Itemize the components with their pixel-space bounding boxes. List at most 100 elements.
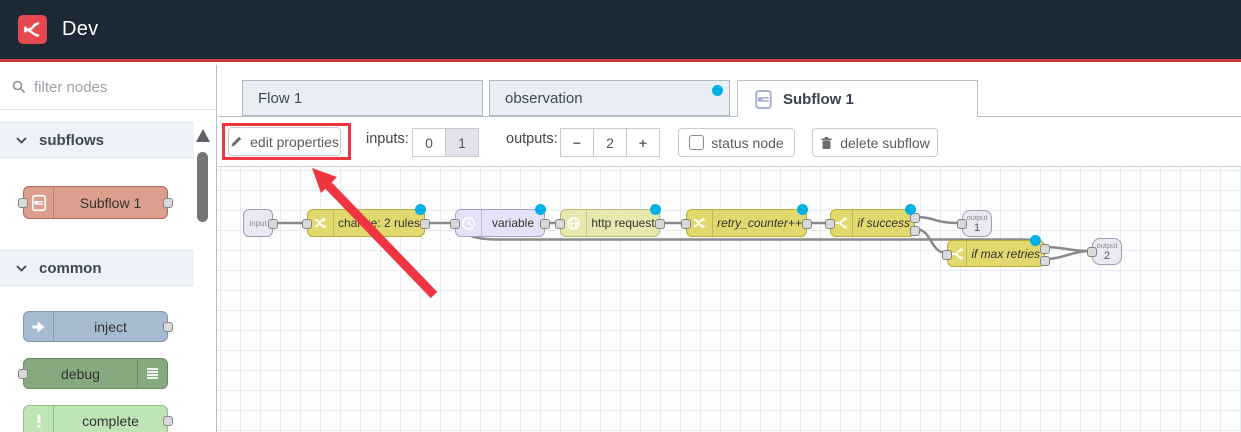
flow-node-http-request[interactable]: http request bbox=[555, 204, 665, 237]
palette-node-inject[interactable]: inject bbox=[23, 311, 173, 342]
output-node-number: 2 bbox=[1103, 249, 1111, 262]
palette-sidebar: subflows Subflow 1 common inject bbox=[0, 65, 217, 432]
node-label: variable bbox=[491, 216, 535, 230]
node-label: http request bbox=[591, 216, 655, 230]
node-changed-dot bbox=[415, 204, 426, 215]
edit-properties-label: edit properties bbox=[250, 133, 339, 150]
node-output-port[interactable] bbox=[163, 198, 173, 208]
delete-subflow-label: delete subflow bbox=[840, 134, 930, 151]
palette-node-complete[interactable]: complete bbox=[23, 405, 173, 432]
node-output-port-2[interactable] bbox=[910, 226, 920, 236]
app-header: Dev bbox=[0, 0, 1241, 62]
node-input-port[interactable] bbox=[555, 219, 565, 229]
palette-search[interactable] bbox=[0, 65, 216, 110]
search-input[interactable] bbox=[34, 78, 194, 96]
status-node-toggle[interactable]: status node bbox=[678, 128, 795, 157]
palette-node-label: Subflow 1 bbox=[79, 194, 142, 211]
inject-icon bbox=[24, 312, 54, 341]
node-label: retry_counter++ bbox=[717, 216, 802, 230]
exclamation-icon bbox=[24, 406, 54, 432]
search-icon bbox=[12, 80, 26, 94]
tab-subflow-1[interactable]: Subflow 1 bbox=[737, 80, 978, 118]
scrollbar-thumb[interactable] bbox=[197, 152, 208, 222]
flow-node-if-success[interactable]: if success bbox=[825, 204, 920, 237]
tab-label: observation bbox=[505, 89, 583, 107]
subflow-icon bbox=[753, 89, 774, 110]
palette-node-label: debug bbox=[61, 365, 100, 382]
output-node-number: 1 bbox=[973, 221, 981, 234]
node-input-port[interactable] bbox=[681, 219, 691, 229]
edit-properties-button[interactable]: edit properties bbox=[228, 127, 341, 156]
flow-canvas[interactable] bbox=[218, 167, 1241, 432]
inputs-option-1[interactable]: 1 bbox=[445, 128, 479, 157]
tab-label: Flow 1 bbox=[258, 89, 303, 107]
subflow-icon bbox=[24, 187, 54, 218]
tab-observation[interactable]: observation bbox=[489, 80, 730, 116]
node-output-port[interactable] bbox=[163, 416, 173, 426]
node-output-port[interactable] bbox=[268, 219, 278, 229]
palette-node-label: complete bbox=[82, 412, 139, 429]
inputs-label: inputs: bbox=[366, 131, 409, 147]
chevron-down-icon bbox=[16, 136, 27, 144]
node-output-port-2[interactable] bbox=[1040, 256, 1050, 266]
node-input-port[interactable] bbox=[1087, 247, 1097, 257]
node-output-port-1[interactable] bbox=[1040, 244, 1050, 254]
node-output-port[interactable] bbox=[655, 219, 665, 229]
tab-flow-1[interactable]: Flow 1 bbox=[242, 80, 483, 116]
inputs-option-0[interactable]: 0 bbox=[412, 128, 446, 157]
node-red-logo-icon bbox=[24, 22, 40, 37]
chevron-down-icon bbox=[16, 264, 27, 272]
scrollbar-up-arrow[interactable] bbox=[196, 129, 210, 142]
outputs-increment-button[interactable]: + bbox=[626, 128, 660, 157]
flow-tab-bar: Flow 1 observation Subflow 1 bbox=[218, 80, 1241, 118]
node-input-port[interactable] bbox=[825, 219, 835, 229]
flow-node-output-2[interactable]: output 2 bbox=[1087, 238, 1122, 265]
node-input-port[interactable] bbox=[450, 219, 460, 229]
node-changed-dot bbox=[797, 204, 808, 215]
tab-changed-dot bbox=[712, 85, 723, 96]
node-changed-dot bbox=[905, 204, 916, 215]
node-label: if success bbox=[857, 216, 910, 230]
node-changed-dot bbox=[535, 204, 546, 215]
category-label: subflows bbox=[39, 131, 105, 149]
flow-node-input[interactable]: input bbox=[243, 209, 278, 237]
flow-node-retry-counter[interactable]: retry_counter++ bbox=[681, 204, 812, 237]
output-node-label: output bbox=[966, 212, 988, 222]
node-input-port[interactable] bbox=[302, 219, 312, 229]
status-node-checkbox[interactable] bbox=[689, 135, 705, 150]
flow-node-if-max-retries[interactable]: if max retries bbox=[942, 235, 1050, 267]
node-changed-dot bbox=[1030, 235, 1041, 246]
workspace-title: Dev bbox=[62, 18, 99, 40]
flow-node-change-2-rules[interactable]: change: 2 rules bbox=[302, 204, 430, 237]
node-input-port[interactable] bbox=[18, 369, 28, 379]
trash-icon bbox=[821, 136, 833, 149]
node-label: change: 2 rules bbox=[337, 216, 420, 230]
node-input-port[interactable] bbox=[957, 219, 967, 229]
node-output-port[interactable] bbox=[420, 219, 430, 229]
tab-label: Subflow 1 bbox=[783, 91, 854, 108]
node-changed-dot bbox=[650, 204, 661, 215]
node-output-port[interactable] bbox=[540, 219, 550, 229]
pencil-icon bbox=[231, 136, 242, 147]
outputs-decrement-button[interactable]: − bbox=[560, 128, 594, 157]
node-input-port[interactable] bbox=[18, 198, 28, 208]
outputs-stepper: − 2 + bbox=[560, 128, 660, 157]
palette-node-subflow-1[interactable]: Subflow 1 bbox=[18, 186, 173, 219]
node-output-port[interactable] bbox=[163, 322, 173, 332]
delete-subflow-button[interactable]: delete subflow bbox=[812, 128, 938, 157]
node-output-port[interactable] bbox=[802, 219, 812, 229]
category-common[interactable]: common bbox=[0, 250, 194, 286]
node-input-port[interactable] bbox=[942, 250, 952, 260]
category-label: common bbox=[39, 259, 102, 277]
inputs-toggle: 0 1 bbox=[412, 128, 479, 157]
debug-list-icon bbox=[137, 359, 167, 388]
palette-node-debug[interactable]: debug bbox=[18, 358, 168, 389]
flow-node-variable[interactable]: variable bbox=[450, 204, 550, 237]
category-subflows[interactable]: subflows bbox=[0, 122, 194, 158]
flow-node-output-1[interactable]: output 1 bbox=[957, 210, 992, 237]
outputs-label: outputs: bbox=[506, 131, 558, 147]
status-node-label: status node bbox=[711, 134, 784, 151]
node-label: input bbox=[249, 218, 267, 228]
output-node-label: output bbox=[1096, 240, 1118, 250]
outputs-count: 2 bbox=[593, 128, 627, 157]
